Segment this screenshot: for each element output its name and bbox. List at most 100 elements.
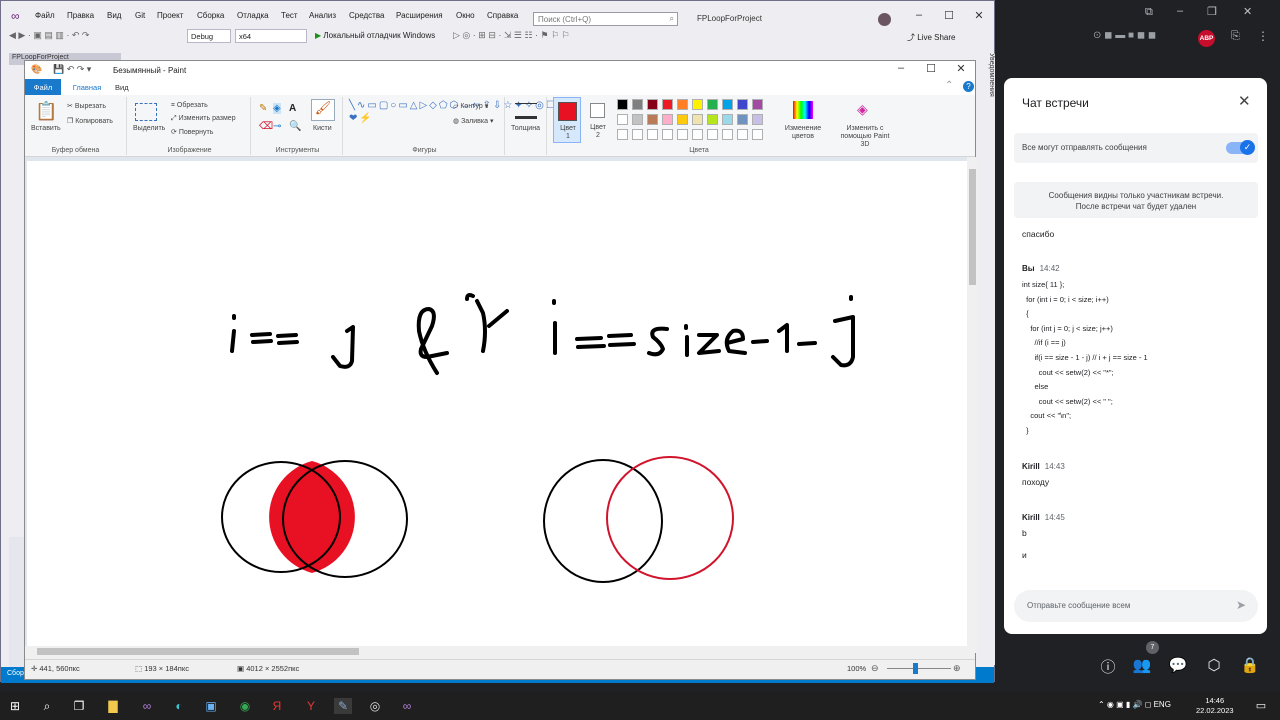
edge-icon[interactable]: ◐ bbox=[170, 698, 188, 714]
chat-message-input[interactable]: Отправьте сообщение всем ➤ bbox=[1014, 590, 1258, 622]
drawing-canvas[interactable] bbox=[27, 161, 967, 647]
paint-close-icon[interactable]: ✕ bbox=[951, 62, 971, 75]
clock[interactable]: 14:46 22.02.2023 bbox=[1196, 696, 1234, 716]
close-icon[interactable]: ✕ bbox=[1238, 92, 1251, 110]
eraser-icon[interactable]: ⌫ bbox=[259, 121, 273, 132]
palette-swatch-empty[interactable] bbox=[617, 129, 628, 140]
palette-swatch[interactable] bbox=[722, 114, 733, 125]
nav-arrows-icon[interactable]: ◀ ▶ · ▣ ▤ ▥ · ↶ ↷ bbox=[9, 30, 89, 41]
activities-icon[interactable]: ⬡ bbox=[1204, 656, 1224, 674]
cut-button[interactable]: ✂ Вырезать bbox=[67, 102, 106, 110]
palette-swatch-empty[interactable] bbox=[737, 129, 748, 140]
palette-swatch-empty[interactable] bbox=[722, 129, 733, 140]
windows-start-icon[interactable]: ⊞ bbox=[6, 698, 24, 714]
select-button[interactable]: Выделить bbox=[133, 125, 165, 132]
avatar[interactable] bbox=[878, 13, 891, 26]
paint-taskbar-icon[interactable]: ✎ bbox=[334, 698, 352, 714]
palette-swatch[interactable] bbox=[647, 99, 658, 110]
menu-debug[interactable]: Отладка bbox=[237, 11, 269, 20]
config-dropdown[interactable]: Debug bbox=[187, 29, 231, 43]
quick-access-icons[interactable]: 💾 ↶ ↷ ▾ bbox=[53, 64, 91, 75]
chat-icon[interactable]: 💬 bbox=[1168, 656, 1188, 674]
paint-minimize-icon[interactable]: – bbox=[891, 62, 911, 74]
paint3d-button[interactable]: Изменить с помощью Paint 3D bbox=[837, 125, 893, 149]
palette-swatch-empty[interactable] bbox=[632, 129, 643, 140]
palette-swatch-empty[interactable] bbox=[662, 129, 673, 140]
tab-file[interactable]: Файл bbox=[25, 79, 61, 95]
color1-button[interactable]: Цвет 1 bbox=[553, 97, 581, 143]
visual-studio-2-icon[interactable]: ∞ bbox=[398, 698, 416, 714]
menu-test[interactable]: Тест bbox=[281, 11, 298, 20]
search-icon[interactable]: ⌕ bbox=[38, 698, 56, 714]
tab-home[interactable]: Главная bbox=[69, 82, 105, 92]
palette-swatch-empty[interactable] bbox=[707, 129, 718, 140]
palette-swatch[interactable] bbox=[692, 114, 703, 125]
platform-dropdown[interactable]: x64 bbox=[235, 29, 307, 43]
menu-help[interactable]: Справка bbox=[487, 11, 518, 20]
palette-swatch[interactable] bbox=[752, 99, 763, 110]
visual-studio-icon[interactable]: ∞ bbox=[138, 698, 156, 714]
tab-view[interactable]: Вид bbox=[115, 83, 129, 92]
extension-icons[interactable]: ⊙ ◼ ▬ ■ ◼ ◼ bbox=[1093, 30, 1156, 41]
yandex-browser-icon[interactable]: Y bbox=[302, 698, 320, 714]
brush-icon[interactable]: 🖌 bbox=[311, 99, 335, 121]
menu-project[interactable]: Проект bbox=[157, 11, 183, 20]
browser-close-icon[interactable]: ✕ bbox=[1243, 5, 1252, 18]
color2-button[interactable]: Цвет 2 bbox=[585, 97, 611, 143]
zoom-slider-thumb[interactable] bbox=[913, 663, 918, 674]
shapes-gallery-icon[interactable]: ╲∿▭▢○▭△▷◇⬠⬡→⇦⇧⇩☆✦✧◎☐▱▭❤⚡ bbox=[349, 99, 576, 125]
palette-swatch[interactable] bbox=[632, 114, 643, 125]
menu-git[interactable]: Git bbox=[135, 11, 145, 20]
palette-swatch-empty[interactable] bbox=[647, 129, 658, 140]
palette-swatch-empty[interactable] bbox=[677, 129, 688, 140]
fill-button[interactable]: ◍ Заливка ▾ bbox=[453, 117, 493, 125]
vertical-scrollbar[interactable] bbox=[967, 157, 977, 653]
palette-swatch[interactable] bbox=[617, 99, 628, 110]
text-icon[interactable]: A bbox=[289, 103, 296, 114]
window-menu-icon[interactable]: ⧉ bbox=[1145, 6, 1153, 19]
system-tray[interactable]: ⌃ ◉ ▣ ▮ 🔊 ◻ ENG bbox=[1098, 700, 1171, 709]
copy-button[interactable]: ❐ Копировать bbox=[67, 117, 113, 125]
palette-swatch-empty[interactable] bbox=[752, 129, 763, 140]
magnifier-icon[interactable]: 🔍 bbox=[289, 121, 301, 132]
store-icon[interactable]: ▣ bbox=[202, 698, 220, 714]
menu-file[interactable]: Файл bbox=[35, 11, 55, 20]
yandex-icon[interactable]: Я bbox=[268, 698, 286, 714]
github-icon[interactable]: ◎ bbox=[366, 698, 384, 714]
horizontal-scroll-thumb[interactable] bbox=[37, 648, 359, 655]
pencil-icon[interactable]: ✎ bbox=[259, 103, 267, 114]
palette-swatch[interactable] bbox=[707, 99, 718, 110]
palette-swatch[interactable] bbox=[752, 114, 763, 125]
paint-maximize-icon[interactable]: ☐ bbox=[921, 62, 941, 75]
task-view-icon[interactable]: ❐ bbox=[70, 698, 88, 714]
menu-analyze[interactable]: Анализ bbox=[309, 11, 336, 20]
send-icon[interactable]: ➤ bbox=[1236, 598, 1246, 612]
rotate-button[interactable]: ⟳ Повернуть bbox=[171, 128, 213, 136]
vertical-scroll-thumb[interactable] bbox=[969, 169, 976, 285]
close-icon[interactable]: ✕ bbox=[969, 9, 989, 22]
host-controls-icon[interactable]: 🔒 bbox=[1240, 656, 1260, 674]
zoom-in-icon[interactable]: ⊕ bbox=[953, 663, 961, 674]
zoom-slider-track[interactable] bbox=[887, 668, 951, 669]
crop-button[interactable]: ⌗ Обрезать bbox=[171, 102, 208, 110]
outline-button[interactable]: ▱ Контур ▾ bbox=[453, 102, 488, 110]
profile-icon[interactable]: ⎘ bbox=[1231, 30, 1240, 43]
palette-swatch[interactable] bbox=[617, 114, 628, 125]
maximize-icon[interactable]: ☐ bbox=[939, 9, 959, 22]
adblock-icon[interactable]: ABP bbox=[1198, 30, 1215, 47]
zoom-out-icon[interactable]: ⊖ bbox=[871, 663, 879, 674]
palette-swatch[interactable] bbox=[632, 99, 643, 110]
size-button[interactable]: Толщина bbox=[511, 125, 540, 132]
browser-minimize-icon[interactable]: – bbox=[1177, 5, 1183, 17]
toolbar-icons[interactable]: ▷ ◎ · ⊞ ⊟ · ⇲ ☰ ☷ · ⚑ ⚐ ⚐ bbox=[453, 30, 570, 41]
palette-swatch[interactable] bbox=[692, 99, 703, 110]
palette-swatch[interactable] bbox=[677, 99, 688, 110]
palette-swatch[interactable] bbox=[707, 114, 718, 125]
menu-window[interactable]: Окно bbox=[456, 11, 475, 20]
info-icon[interactable]: ⓘ bbox=[1098, 656, 1118, 677]
palette-swatch[interactable] bbox=[677, 114, 688, 125]
browser-menu-icon[interactable]: ⋮ bbox=[1257, 29, 1269, 43]
chat-permission-toggle[interactable]: ✓ bbox=[1226, 140, 1255, 155]
fill-icon[interactable]: ◈ bbox=[273, 103, 281, 114]
help-icon[interactable]: ? bbox=[963, 81, 974, 92]
